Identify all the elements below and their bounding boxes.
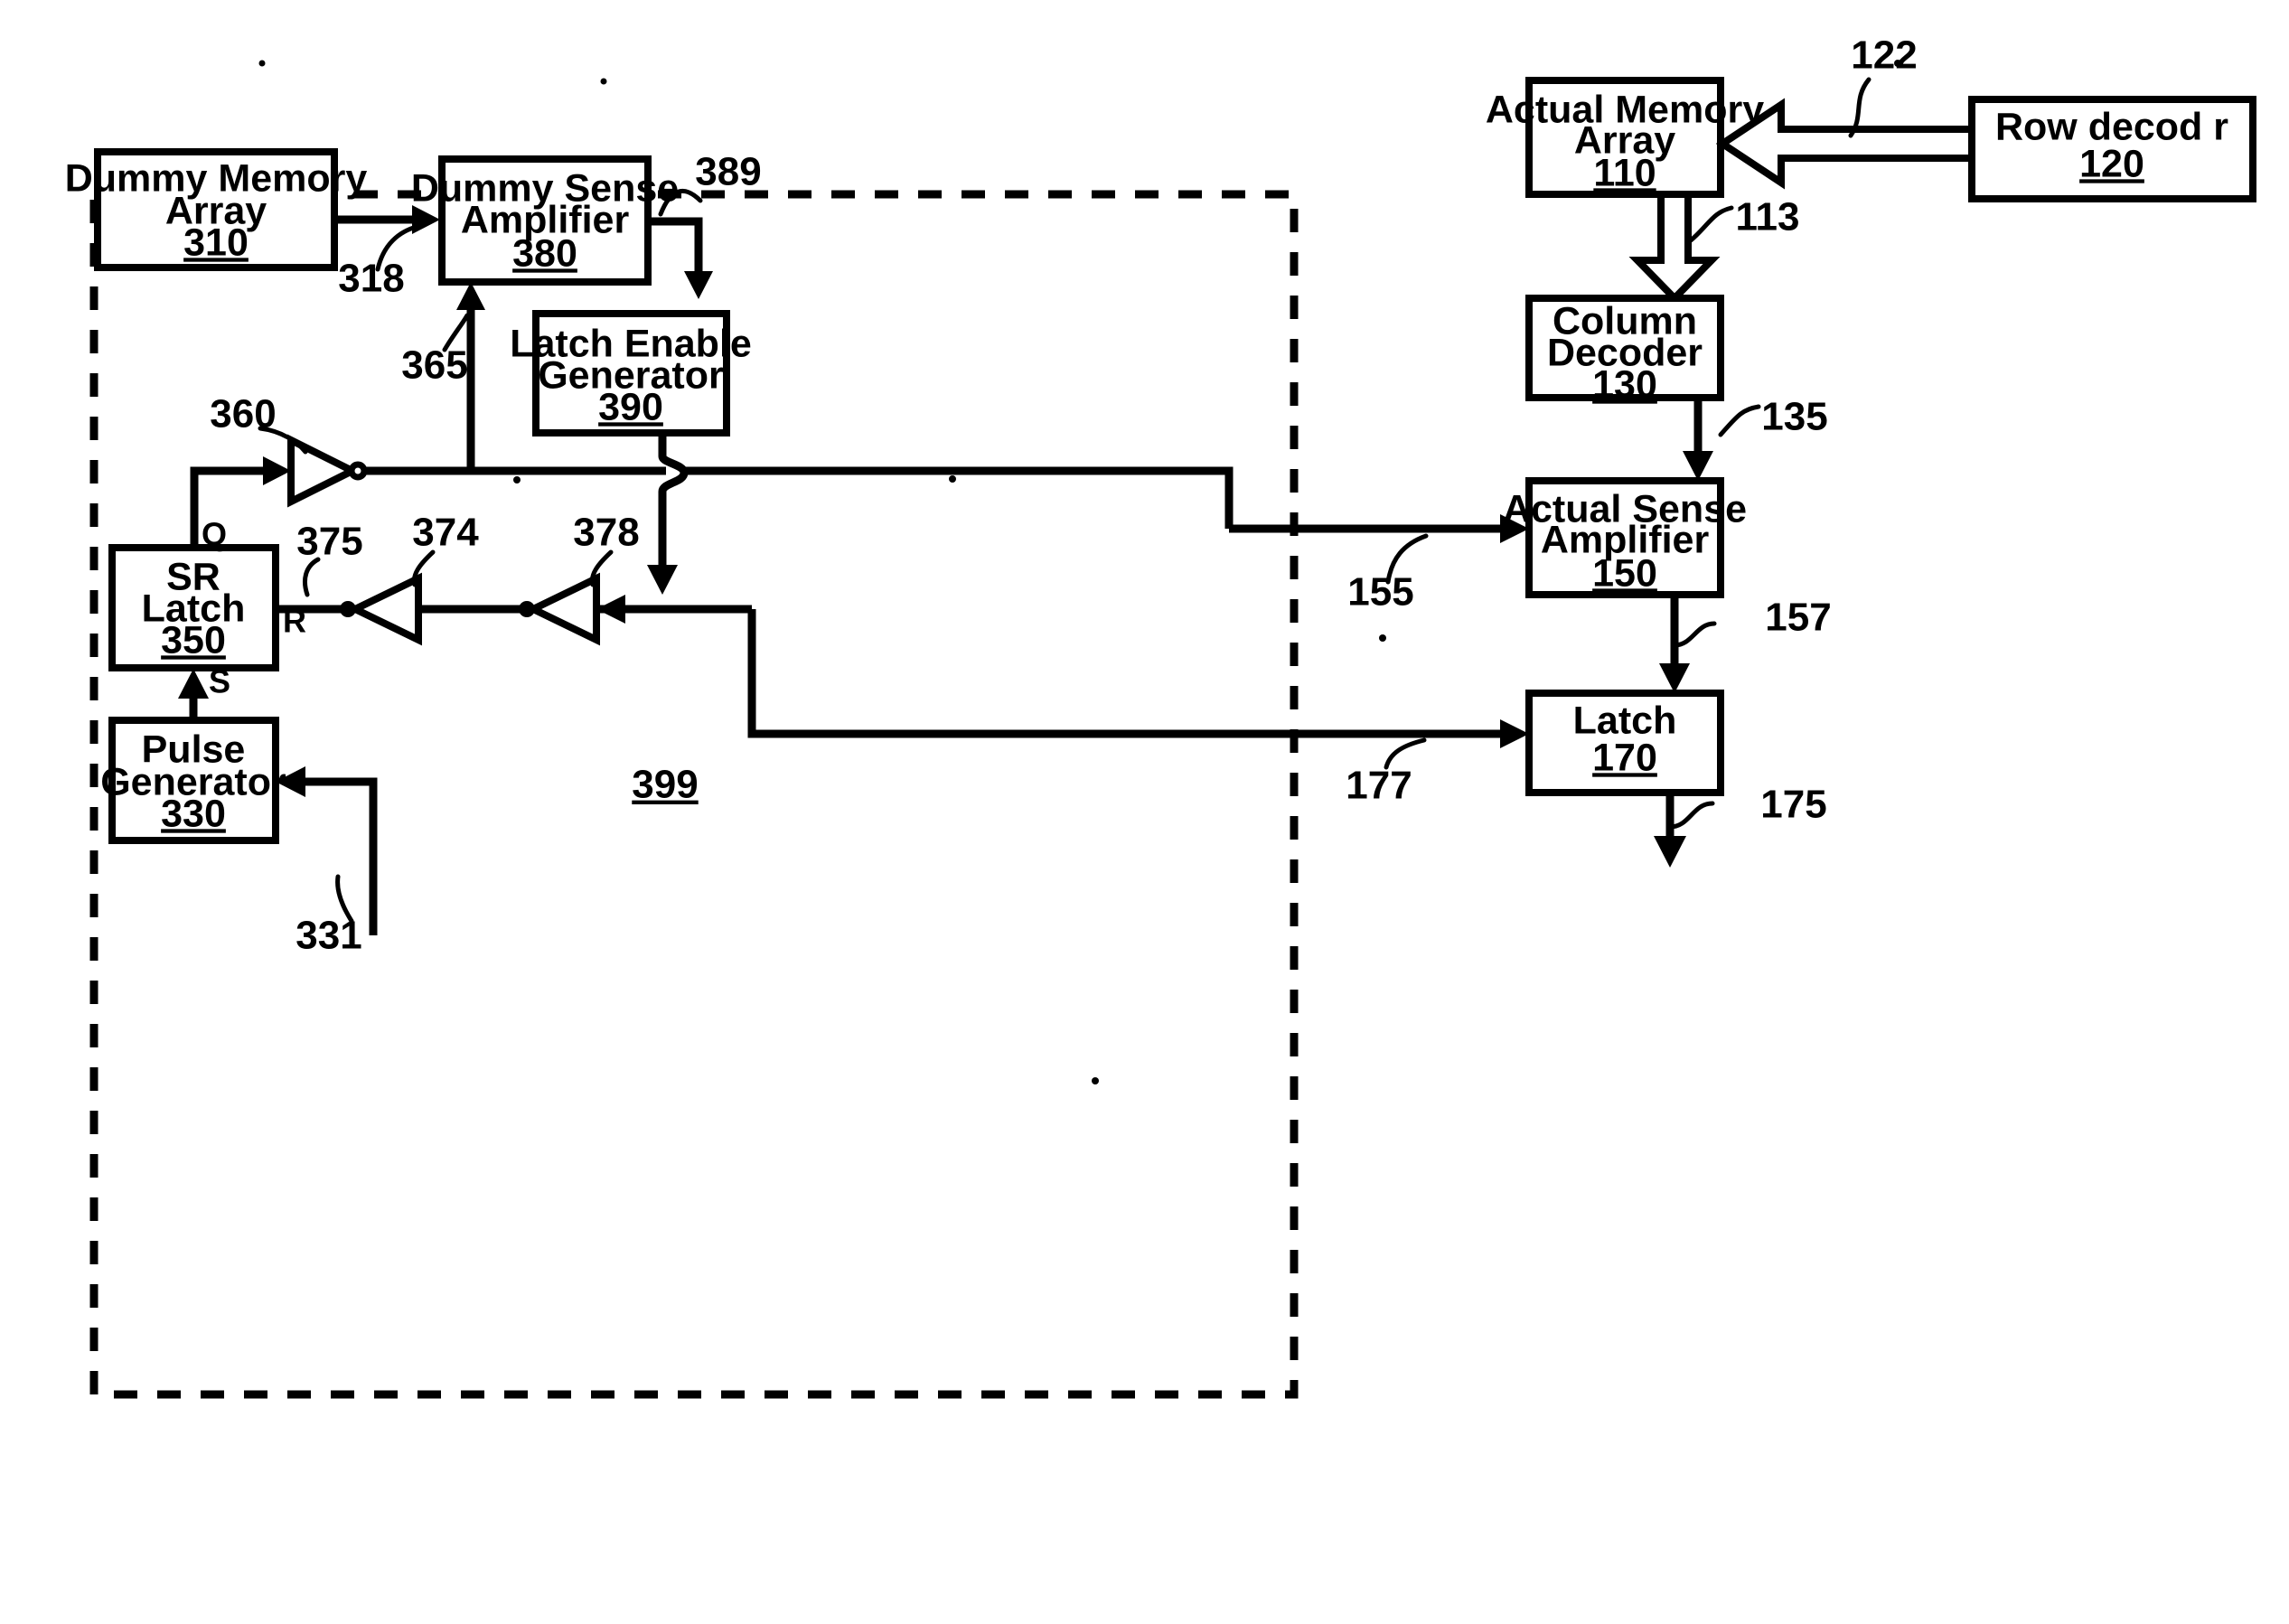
inverter-360-bubble (348, 461, 368, 481)
block-latch: Latch 170 (1525, 690, 1724, 796)
ref-label-374: 374 (412, 511, 479, 555)
ref-label-378: 378 (573, 511, 639, 555)
scan-speck (600, 78, 607, 85)
row-decoder-number: 120 (2079, 142, 2144, 185)
block-latch-enable-generator: Latch Enable Generator 390 (510, 310, 752, 437)
signal-to-latch-177-trunk (747, 609, 1229, 738)
signal-318: 318 (334, 205, 440, 301)
block-actual-sense-amplifier: Actual Sense Amplifier 150 (1503, 477, 1747, 598)
arrowhead-177 (1500, 719, 1529, 748)
ref-label-365: 365 (401, 343, 467, 388)
inverter-378-triangle (524, 572, 600, 646)
arrowhead-378-input (596, 595, 625, 624)
ref-label-399: 399 (632, 763, 698, 807)
scan-speck (513, 476, 521, 483)
wire-331 (299, 777, 378, 935)
wire-177-left (747, 609, 1229, 738)
arrowhead-175 (1654, 836, 1686, 868)
pulse-generator-number: 330 (161, 792, 226, 835)
sr-latch-pin-s: S (209, 663, 230, 700)
figure-root: Dummy Memory Array 310 318 Dummy Sense A… (0, 0, 2289, 1624)
ref-label-389: 389 (695, 150, 761, 194)
inverter-374-triangle (346, 572, 422, 646)
column-decoder-number: 130 (1592, 362, 1657, 406)
actual-sense-amplifier-number: 150 (1592, 551, 1657, 595)
leader-157 (1672, 621, 1717, 648)
signal-s (178, 669, 209, 720)
ref-label-175: 175 (1760, 783, 1826, 827)
arrowhead-135 (1683, 451, 1713, 481)
latch-enable-generator-number: 390 (598, 385, 663, 428)
signal-135: 135 (1683, 395, 1828, 481)
scan-speck (949, 475, 956, 483)
sr-latch-pin-q: Q (202, 516, 227, 553)
hollow-arrow-113 (1628, 191, 1721, 304)
signal-390-output (647, 433, 689, 595)
ref-label-155: 155 (1347, 570, 1413, 615)
signal-177: 177 (1229, 719, 1529, 808)
block-pulse-generator: Pulse Generator 330 (100, 717, 286, 844)
ref-label-375: 375 (296, 520, 362, 564)
ref-label-318: 318 (338, 257, 404, 301)
leader-113 (1688, 205, 1734, 243)
arrowhead-389 (684, 271, 713, 299)
arrowhead-s (178, 669, 209, 699)
inverter-chain-374-378: 374 378 375 (276, 511, 752, 646)
ref-label-360: 360 (210, 392, 276, 437)
scan-speck (1092, 1077, 1099, 1084)
patent-block-diagram: Dummy Memory Array 310 318 Dummy Sense A… (65, 33, 2256, 1399)
ref-label-157: 157 (1765, 596, 1831, 640)
arrowhead-365 (456, 282, 485, 310)
sr-latch-number: 350 (161, 618, 226, 662)
arrowhead-157 (1659, 663, 1690, 693)
latch-number: 170 (1592, 736, 1657, 779)
signal-331: 331 (276, 766, 378, 958)
ref-label-177: 177 (1346, 764, 1412, 808)
arrowhead-390-out (647, 565, 678, 595)
hollow-arrow-122 (1715, 98, 1975, 190)
signal-157: 157 (1659, 595, 1832, 693)
block-dummy-sense-amplifier: Dummy Sense Amplifier 380 (411, 155, 679, 286)
leader-375 (303, 557, 321, 597)
inverter-360: 360 (210, 392, 368, 508)
ref-label-135: 135 (1761, 395, 1827, 439)
signal-155: 155 (1229, 514, 1529, 615)
ref-label-331: 331 (296, 914, 361, 958)
arrowhead-inverter-360-input (263, 456, 291, 485)
block-row-decoder: Row decod r 120 (1968, 96, 2256, 202)
leader-135 (1718, 404, 1761, 437)
dummy-sense-amplifier-number: 380 (512, 231, 577, 275)
block-dummy-memory-array: Dummy Memory Array 310 (65, 148, 367, 271)
signal-113: 113 (1628, 191, 1800, 304)
signal-365: 365 (401, 282, 485, 470)
actual-memory-array-number: 110 (1593, 151, 1656, 194)
ref-label-122: 122 (1851, 33, 1917, 78)
scan-speck (1379, 634, 1386, 642)
ref-label-113: 113 (1736, 195, 1800, 239)
scan-speck (258, 60, 266, 67)
inverter-360-output-bus (364, 466, 1234, 529)
leader-175 (1667, 801, 1715, 830)
dummy-memory-array-number: 310 (183, 221, 249, 264)
block-column-decoder: Column Decoder 130 (1525, 295, 1724, 406)
block-actual-memory-array: Actual Memory Array 110 (1486, 77, 1764, 198)
